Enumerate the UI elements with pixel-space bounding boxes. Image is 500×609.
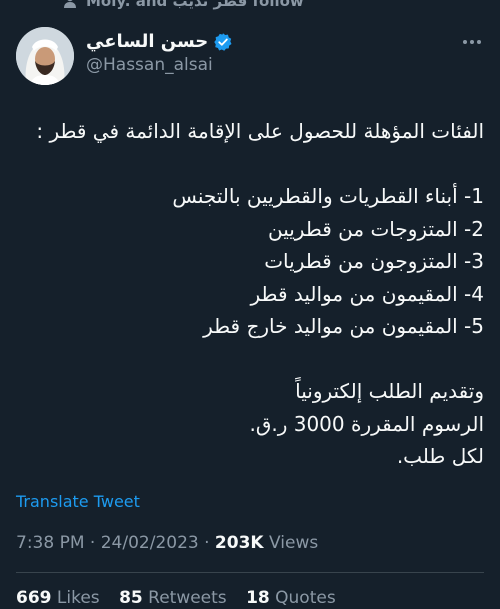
tweet-stats: 669 Likes 85 Retweets 18 Quotes — [16, 588, 350, 608]
views-count: 203K — [214, 533, 264, 553]
meta-separator: · — [198, 533, 215, 553]
retweets-label: Retweets — [148, 588, 227, 608]
tweet-list-item: 1- أبناء القطريات والقطريين بالتجنس — [172, 184, 484, 208]
tweet-list-item: 4- المقيمون من مواليد قطر — [250, 281, 485, 306]
more-icon-dot — [477, 40, 481, 44]
social-context-text[interactable]: Moly. and قطر تذيب follow — [86, 0, 304, 10]
tweet-footer-line: الرسوم المقررة 3000 ر.ق. — [249, 411, 484, 436]
tweet-footer-line: وتقديم الطلب إلكترونياً — [295, 379, 484, 403]
more-options-button[interactable] — [460, 32, 484, 52]
tweet-list-item: 2- المتزوجات من قطريين — [267, 216, 484, 241]
tweet-meta: 7:38 PM · 24/02/2023 · 203K Views — [16, 533, 318, 553]
author-handle[interactable]: @Hassan_alsai — [86, 55, 213, 75]
divider — [16, 572, 484, 573]
likes-label: Likes — [56, 588, 100, 608]
retweets-stat[interactable]: 85 Retweets — [119, 588, 227, 608]
likes-stat[interactable]: 669 Likes — [16, 588, 100, 608]
person-icon — [64, 0, 76, 8]
tweet-footer-line: لكل طلب. — [396, 444, 484, 468]
likes-count: 669 — [16, 588, 52, 608]
avatar[interactable] — [16, 27, 74, 85]
views-label: Views — [269, 533, 319, 553]
tweet-text: الفئات المؤهلة للحصول على الإقامة الدائم… — [16, 115, 484, 473]
meta-separator: · — [84, 533, 101, 553]
author-name-row[interactable]: حسن الساعي — [86, 31, 233, 52]
quotes-stat[interactable]: 18 Quotes — [246, 588, 336, 608]
quotes-label: Quotes — [275, 588, 336, 608]
tweet-detail: Moly. and قطر تذيب follow حسن الساعي @Ha… — [0, 0, 500, 609]
tweet-time[interactable]: 7:38 PM — [16, 533, 85, 553]
retweets-count: 85 — [119, 588, 143, 608]
social-context: Moly. and قطر تذيب follow — [0, 0, 500, 12]
translate-tweet-link[interactable]: Translate Tweet — [16, 492, 140, 511]
author-display-name[interactable]: حسن الساعي — [86, 31, 208, 52]
tweet-list-item: 5- المقيمون من مواليد خارج قطر — [203, 314, 484, 338]
quotes-count: 18 — [246, 588, 270, 608]
more-icon — [463, 40, 467, 44]
tweet-list-item: 3- المتزوجون من قطريات — [264, 249, 484, 273]
verified-badge-icon — [214, 32, 232, 51]
more-icon-dot — [470, 40, 474, 44]
tweet-heading: الفئات المؤهلة للحصول على الإقامة الدائم… — [36, 119, 484, 143]
tweet-date[interactable]: 24/02/2023 — [101, 533, 199, 553]
avatar-image — [16, 27, 74, 85]
